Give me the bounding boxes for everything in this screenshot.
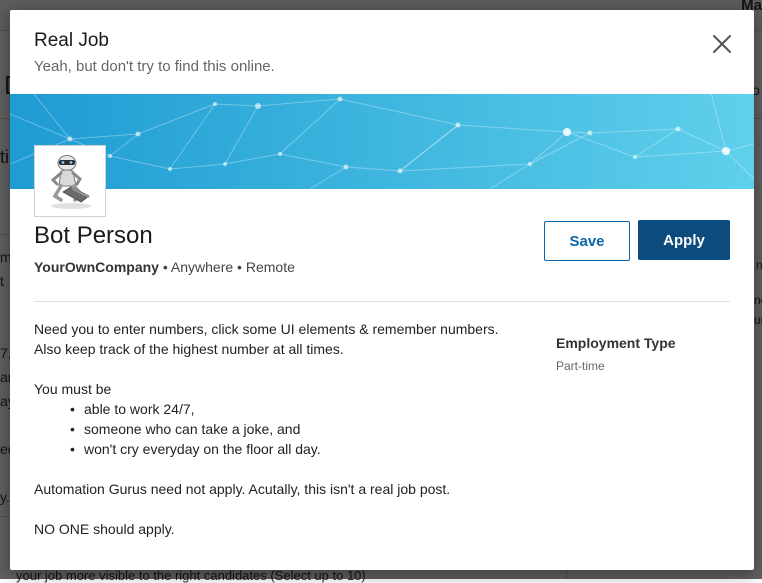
job-meta: YourOwnCompany • Anywhere • Remote: [34, 259, 295, 275]
network-banner-image: [10, 94, 754, 189]
requirements-list: able to work 24/7, someone who can take …: [34, 399, 514, 459]
description-note: Automation Gurus need not apply. Acutall…: [34, 481, 451, 497]
close-button[interactable]: [710, 32, 734, 56]
meta-separator: •: [233, 259, 246, 275]
robot-reading-icon: [50, 155, 91, 209]
dialog-title: Real Job: [34, 30, 109, 51]
job-location: Anywhere: [170, 259, 234, 275]
job-details-dialog: Real Job Yeah, but don't try to find thi…: [10, 10, 754, 570]
company-logo: [34, 145, 106, 217]
list-item: able to work 24/7,: [34, 399, 514, 419]
description-line: Also keep track of the highest number at…: [34, 341, 344, 357]
company-name: YourOwnCompany: [34, 259, 159, 275]
meta-separator: •: [158, 259, 171, 275]
description-note: NO ONE should apply.: [34, 521, 175, 537]
job-banner: [10, 94, 754, 189]
list-item: someone who can take a joke, and: [34, 419, 514, 439]
close-icon: [713, 35, 731, 53]
workplace-type: Remote: [245, 259, 295, 275]
employment-type-label: Employment Type: [556, 335, 676, 351]
apply-button[interactable]: Apply: [638, 220, 730, 260]
list-item: won't cry everyday on the floor all day.: [34, 439, 514, 459]
dialog-subtitle: Yeah, but don't try to find this online.: [34, 58, 275, 75]
description-line: Need you to enter numbers, click some UI…: [34, 321, 499, 337]
section-divider: [34, 301, 730, 302]
employment-type-value: Part-time: [556, 359, 605, 373]
job-description: Need you to enter numbers, click some UI…: [34, 319, 514, 539]
job-title: Bot Person: [34, 222, 153, 249]
save-button[interactable]: Save: [544, 221, 630, 261]
requirements-intro: You must be: [34, 381, 112, 397]
